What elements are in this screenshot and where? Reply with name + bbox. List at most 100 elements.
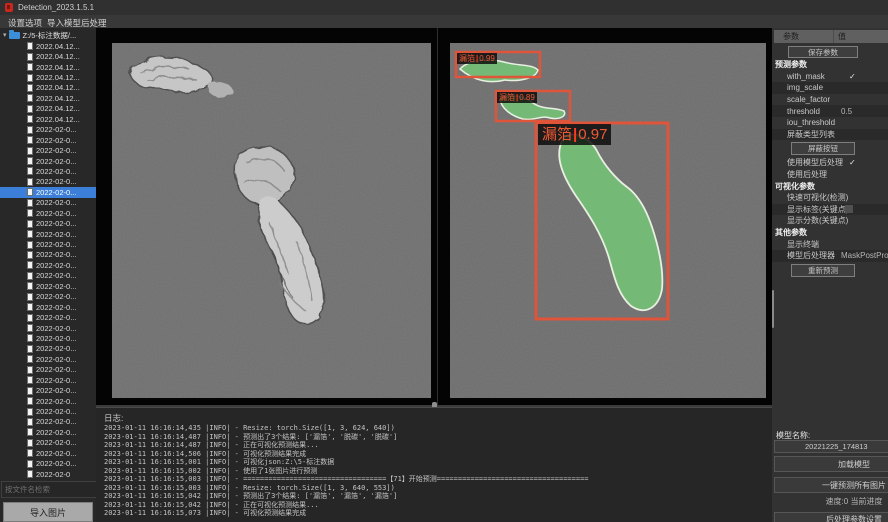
tree-file-item[interactable]: 2022-02-0... [0,135,96,145]
param-row-show-terminal[interactable]: 显示终端 [772,238,888,250]
tree-file-item[interactable]: 2022-02-0... [0,385,96,395]
detection-label-3: 漏箔|0.97 [538,124,611,145]
postprocess-settings-button[interactable]: 后处理参数设置 [774,512,888,522]
param-row-with-mask[interactable]: with_mask ✓ [772,71,888,83]
tree-file-item[interactable]: 2022-02-0 [0,469,96,479]
param-row-iou-threshold[interactable]: iou_threshold [772,117,888,129]
import-images-button[interactable]: 导入图片 [3,502,93,522]
log-lines: 2023-01-11 16:16:14,435 |INFO| - Resize:… [104,424,770,522]
tree-file-item[interactable]: 2022-02-0... [0,375,96,385]
tree-file-item[interactable]: 2022-02-0... [0,260,96,270]
param-row-show-scores[interactable]: 显示分数(关键点) [772,215,888,227]
section-other-params: 其他参数 [772,227,888,239]
tree-file-item[interactable]: 2022-02-0... [0,459,96,469]
checkbox-unchecked[interactable] [845,205,853,213]
tree-file-item[interactable]: 2022-02-0... [0,292,96,302]
file-name: 2022-02-0... [36,303,76,312]
mask-button[interactable]: 屏蔽按钮 [791,142,855,155]
tree-file-item[interactable]: 2022-02-0... [0,145,96,155]
tree-file-item[interactable]: 2022-02-0... [0,250,96,260]
expander-arrow-icon[interactable]: ▾ [3,31,7,39]
param-row-threshold[interactable]: threshold 0.5 [772,105,888,117]
original-image-panel[interactable] [112,43,431,398]
file-name: 2022-02-0... [36,376,76,385]
tree-file-item[interactable]: 2022.04.12... [0,114,96,124]
checkmark-icon[interactable]: ✓ [849,72,856,81]
tree-file-item[interactable]: 2022-02-0... [0,438,96,448]
param-row-show-labels[interactable]: 显示标签(关键点) [772,204,888,216]
tree-file-item[interactable]: 2022.04.12... [0,104,96,114]
detection-label-1: 漏箔|0.99 [457,53,497,64]
tree-file-item[interactable]: 2022.04.12... [0,41,96,51]
tree-file-item[interactable]: 2022-02-0... [0,312,96,322]
checkmark-icon[interactable]: ✓ [849,158,856,167]
file-icon [27,74,33,82]
file-name: 2022-02-0... [36,397,76,406]
tree-file-item[interactable]: 2022.04.12... [0,93,96,103]
tree-file-item[interactable]: 2022-02-0... [0,417,96,427]
postprocessor-value[interactable]: MaskPostPro [841,251,888,260]
file-icon [27,282,33,290]
tree-file-item[interactable]: 2022-02-0... [0,198,96,208]
param-row-use-postprocess[interactable]: 使用后处理 [772,169,888,181]
tree-file-item[interactable]: 2022.04.12... [0,72,96,82]
load-model-button[interactable]: 加载模型 [774,456,888,472]
threshold-value[interactable]: 0.5 [841,107,852,116]
tree-file-item[interactable]: 2022-02-0... [0,323,96,333]
file-name: 2022-02-0 [36,470,70,479]
file-tree[interactable]: ▾ Z:/5-标注数据/... 2022.04.12... 2022.04.12… [0,29,96,480]
prediction-image-panel[interactable]: 漏箔|0.99 漏箔|0.89 漏箔|0.97 [450,43,766,398]
tree-file-item[interactable]: 2022-02-0... [0,427,96,437]
file-icon [27,251,33,259]
tree-file-item[interactable]: 2022-02-0... [0,177,96,187]
tree-file-item[interactable]: 2022-02-0... [0,396,96,406]
file-icon [27,397,33,405]
tree-file-item[interactable]: 2022-02-0... [0,333,96,343]
file-icon [27,94,33,102]
tree-file-item[interactable]: 2022-02-0... [0,187,96,197]
tree-file-item[interactable]: 2022.04.12... [0,51,96,61]
log-panel[interactable]: 日志: 2023-01-11 16:16:14,435 |INFO| - Res… [96,407,772,522]
save-params-button[interactable]: 保存参数 [788,46,858,58]
param-row-scale-factor[interactable]: scale_factor [772,94,888,106]
param-row-mask-type-list[interactable]: 屏蔽类型列表 [772,129,888,141]
repredict-button[interactable]: 重新预测 [791,264,855,277]
param-row-img-scale[interactable]: img_scale [772,82,888,94]
tree-file-item[interactable]: 2022-02-0... [0,125,96,135]
tree-file-item[interactable]: 2022-02-0... [0,271,96,281]
file-icon [27,261,33,269]
tree-root-folder[interactable]: ▾ Z:/5-标注数据/... [0,29,96,41]
param-row-postprocessor[interactable]: 模型后处理器 MaskPostPro [772,250,888,262]
tree-file-item[interactable]: 2022.04.12... [0,62,96,72]
tree-file-item[interactable]: 2022-02-0... [0,166,96,176]
param-row-mask-button: 屏蔽按钮 [772,140,888,157]
file-icon [27,334,33,342]
filename-search-input[interactable] [1,481,97,498]
file-name: 2022-02-0... [36,136,76,145]
file-icon [27,220,33,228]
tree-file-item[interactable]: 2022-02-0... [0,406,96,416]
tree-file-item[interactable]: 2022-02-0... [0,229,96,239]
tree-file-item[interactable]: 2022-02-0... [0,344,96,354]
file-icon [27,449,33,457]
tree-file-item[interactable]: 2022-02-0... [0,239,96,249]
file-name: 2022-02-0... [36,282,76,291]
tree-file-item[interactable]: 2022-02-0... [0,156,96,166]
log-line: 2023-01-11 16:16:14,487 |INFO| - 正在可视化预测… [104,441,770,450]
file-name: 2022-02-0... [36,177,76,186]
tree-file-item[interactable]: 2022-02-0... [0,354,96,364]
app-icon [5,3,13,12]
file-icon [27,439,33,447]
param-row-fast-visualize[interactable]: 快速可视化(检测) [772,192,888,204]
predict-all-button[interactable]: 一键预测所有图片 [774,477,888,493]
tree-file-item[interactable]: 2022-02-0... [0,218,96,228]
panel-scrollbar[interactable] [772,290,774,328]
param-row-use-model-postprocess[interactable]: 使用模型后处理 ✓ [772,157,888,169]
tree-file-item[interactable]: 2022-02-0... [0,302,96,312]
tree-file-item[interactable]: 2022-02-0... [0,208,96,218]
tree-file-item[interactable]: 2022-02-0... [0,448,96,458]
tree-file-item[interactable]: 2022-02-0... [0,281,96,291]
tree-file-item[interactable]: 2022-02-0... [0,365,96,375]
tree-file-item[interactable]: 2022.04.12... [0,83,96,93]
model-name-field[interactable]: 20221225_174813 [774,440,888,453]
